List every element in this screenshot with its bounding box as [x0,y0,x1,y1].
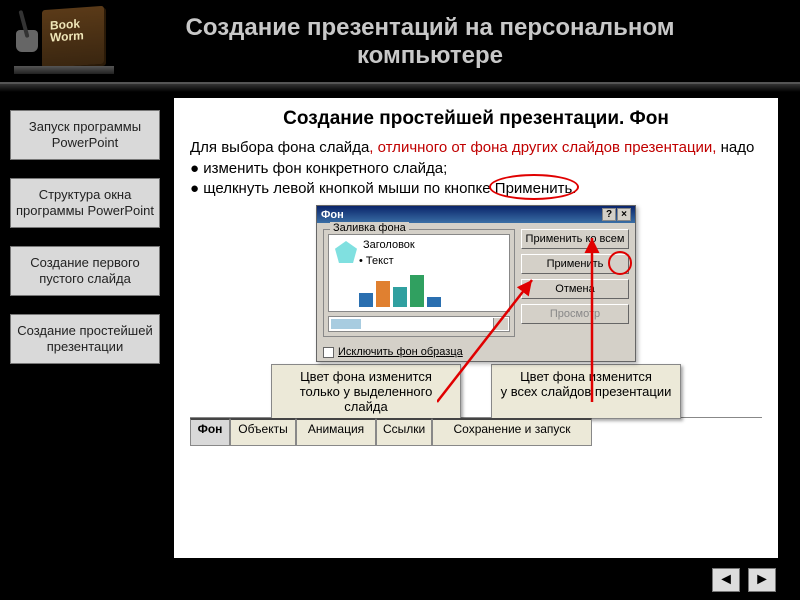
color-dropdown[interactable] [328,316,510,332]
sidebar-item-window-structure[interactable]: Структура окна программы PowerPoint [10,178,160,228]
prev-icon: ◄ [718,571,734,589]
divider [0,82,800,92]
tab-animation[interactable]: Анимация [296,418,376,446]
intro-part1: Для выбора фона слайда [190,139,369,156]
prev-button[interactable]: ◄ [712,568,740,592]
fill-fieldset: Заливка фона Заголовок • Текст [323,229,515,337]
callout-text: Цвет фона изменится только у выделенного… [300,369,433,414]
slide-preview: Заголовок • Текст [328,234,510,312]
exclude-master-checkbox[interactable]: Исключить фон образца [317,343,635,361]
bullet-2-pre: ● щелкнуть левой кнопкой мыши по кнопке [190,180,495,197]
next-icon: ► [754,571,770,589]
tab-label: Фон [198,422,223,436]
preview-button[interactable]: Просмотр [521,304,629,324]
background-dialog: Фон ?× Заливка фона Заголовок • Текст [316,205,636,362]
tab-label: Сохранение и запуск [453,422,570,436]
checkbox-icon [323,347,334,358]
button-label: Отмена [555,283,594,295]
sidebar-item-label: Создание первого пустого слайда [30,255,139,286]
content-panel: Создание простейшей презентации. Фон Для… [174,98,778,558]
sidebar-item-label: Запуск программы PowerPoint [29,119,141,150]
highlight-oval-icon [489,174,579,200]
book-icon: Book Worm [42,6,104,68]
callout-all-slides: Цвет фона изменится у всех слайдов презе… [491,364,681,419]
sidebar: Запуск программы PowerPoint Структура ок… [0,98,170,558]
highlight-circle-icon [608,251,632,275]
sidebar-item-label: Создание простейшей презентации [17,323,152,354]
intro-highlight: , отличного от фона других слайдов презе… [369,139,716,156]
tab-links[interactable]: Ссылки [376,418,432,446]
preview-bullet: • Текст [359,255,394,267]
button-label: Применить ко всем [526,233,625,245]
book-text-2: Worm [50,28,84,44]
bar-chart-icon [359,275,441,307]
preview-title: Заголовок [363,239,415,251]
content-heading: Создание простейшей презентации. Фон [190,108,762,130]
sidebar-item-first-slide[interactable]: Создание первого пустого слайда [10,246,160,296]
checkbox-label: Исключить фон образца [338,346,463,358]
shelf-icon [14,66,114,74]
intro-part2: надо [716,139,754,156]
sidebar-item-label: Структура окна программы PowerPoint [16,187,154,218]
button-label: Просмотр [550,308,600,320]
intro-text: Для выбора фона слайда, отличного от фон… [190,138,762,157]
page-title: Создание презентаций на персональном ком… [114,14,786,70]
tab-label: Ссылки [383,422,425,436]
tab-objects[interactable]: Объекты [230,418,296,446]
bottom-tabs: Фон Объекты Анимация Ссылки Сохранение и… [190,417,762,446]
tab-background[interactable]: Фон [190,418,230,446]
close-icon[interactable]: × [617,208,631,221]
help-icon[interactable]: ? [602,208,616,221]
fieldset-label: Заливка фона [330,222,409,234]
tab-label: Объекты [238,422,288,436]
pentagon-icon [335,241,357,263]
apply-all-button[interactable]: Применить ко всем [521,229,629,249]
next-button[interactable]: ► [748,568,776,592]
button-label: Применить [547,258,604,270]
dialog-title: Фон [321,209,344,221]
callout-selected-slide: Цвет фона изменится только у выделенного… [271,364,461,419]
cancel-button[interactable]: Отмена [521,279,629,299]
callout-text: Цвет фона изменится у всех слайдов презе… [501,369,672,399]
bullet-2: ● щелкнуть левой кнопкой мыши по кнопке … [190,180,762,197]
color-swatch-icon [331,319,361,329]
apply-button[interactable]: Применить [521,254,629,274]
logo: Book Worm [14,6,114,78]
sidebar-item-launch[interactable]: Запуск программы PowerPoint [10,110,160,160]
bullet-1: ● изменить фон конкретного слайда; [190,160,762,177]
sidebar-item-simple-presentation[interactable]: Создание простейшей презентации [10,314,160,364]
tab-save-run[interactable]: Сохранение и запуск [432,418,592,446]
tab-label: Анимация [308,422,364,436]
